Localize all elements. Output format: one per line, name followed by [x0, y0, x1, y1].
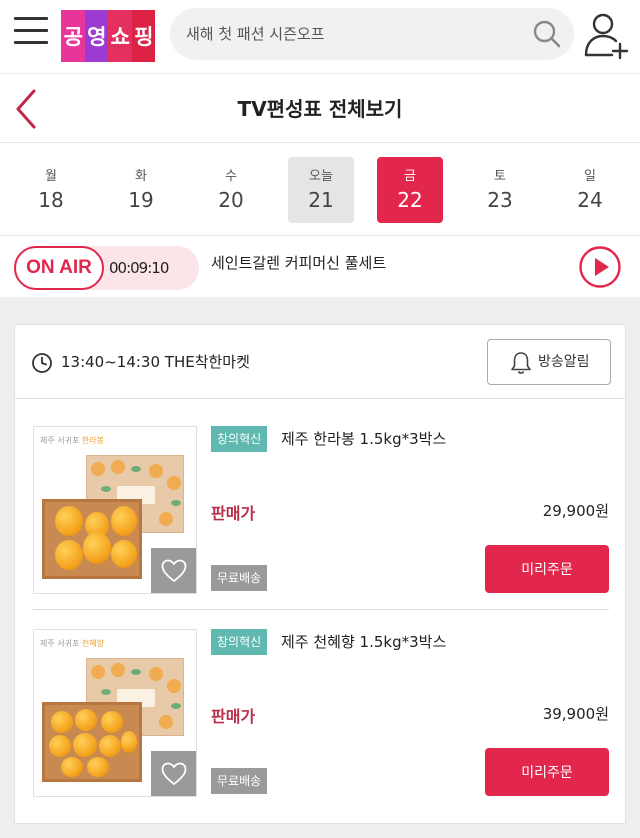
product-image[interactable]: 제주 서귀포 한라봉	[33, 426, 197, 594]
product-item: 제주 서귀포 한라봉 창의혁신 제주 한라봉 1.5kg*3박스 판매가 29,…	[15, 416, 625, 611]
thumb-caption-origin: 제주 서귀포	[40, 436, 80, 445]
thumb-caption: 제주 서귀포 천혜향	[40, 638, 104, 649]
thumb-caption-product: 천혜향	[81, 639, 104, 648]
time-slot-header: 13:40~14:30 THE착한마켓 방송알림	[15, 325, 625, 399]
search-input[interactable]	[186, 8, 516, 60]
logo[interactable]: 공 영 쇼 핑	[61, 10, 155, 62]
product-price: 29,900원	[542, 502, 609, 520]
clock-icon	[32, 353, 52, 373]
day-tab-today[interactable]: 오늘 21	[288, 157, 354, 223]
divider	[33, 609, 609, 610]
day-tab-wed[interactable]: 수 20	[198, 157, 264, 223]
price-label: 판매가	[211, 504, 256, 523]
logo-char: 쇼	[108, 10, 132, 62]
day-date: 18	[38, 188, 64, 212]
day-of-week: 수	[225, 169, 237, 184]
thumb-caption: 제주 서귀포 한라봉	[40, 435, 104, 446]
day-tab-sat[interactable]: 토 23	[467, 157, 533, 223]
day-date: 19	[128, 188, 154, 212]
bell-icon	[511, 352, 531, 374]
user-add-icon[interactable]	[582, 10, 630, 60]
pre-order-button[interactable]: 미리주문	[485, 545, 609, 593]
search-icon[interactable]	[532, 19, 562, 49]
day-date: 22	[397, 188, 423, 212]
time-slot-label: 13:40~14:30 THE착한마켓	[61, 353, 250, 371]
day-tab-tue[interactable]: 화 19	[108, 157, 174, 223]
hamburger-menu-icon[interactable]	[14, 17, 48, 47]
free-shipping-badge: 무료배송	[211, 768, 268, 794]
on-air-bar[interactable]: ON AIR 00:09:10 세인트갈렌 커피머신 풀세트	[0, 237, 640, 297]
wishlist-heart-button[interactable]	[151, 548, 196, 593]
day-date: 20	[218, 188, 244, 212]
day-tab-sun[interactable]: 일 24	[557, 157, 623, 223]
on-air-title[interactable]: 세인트갈렌 커피머신 풀세트	[211, 237, 386, 289]
day-date: 24	[577, 188, 603, 212]
alarm-button-label: 방송알림	[538, 354, 590, 370]
product-item: 제주 서귀포 천혜향 창의혁신 제주 천혜향 1.5kg*3박스 판매가 39,…	[15, 619, 625, 814]
logo-char: 영	[84, 10, 108, 62]
on-air-badge: ON AIR	[14, 246, 104, 290]
on-air-pill: ON AIR 00:09:10	[14, 246, 199, 290]
logo-char: 핑	[131, 10, 155, 62]
product-price: 39,900원	[542, 705, 609, 723]
day-of-week: 일	[584, 169, 596, 184]
fruit-tray-illustration	[42, 499, 142, 579]
thumb-caption-origin: 제주 서귀포	[40, 639, 80, 648]
pre-order-button[interactable]: 미리주문	[485, 748, 609, 796]
top-header: 공 영 쇼 핑	[0, 0, 640, 74]
day-date: 21	[308, 188, 334, 212]
price-label: 판매가	[211, 707, 256, 726]
free-shipping-badge: 무료배송	[211, 565, 268, 591]
product-name[interactable]: 제주 한라봉 1.5kg*3박스	[281, 426, 446, 452]
on-air-timer: 00:09:10	[109, 259, 169, 277]
thumb-caption-product: 한라봉	[81, 436, 104, 445]
day-tab-mon[interactable]: 월 18	[18, 157, 84, 223]
category-tag: 창의혁신	[211, 629, 268, 655]
day-date: 23	[487, 188, 513, 212]
broadcast-alarm-button[interactable]: 방송알림	[487, 339, 611, 385]
day-of-week: 화	[135, 169, 147, 184]
day-selector: 월 18 화 19 수 20 오늘 21 금 22 토 23 일 24	[0, 144, 640, 236]
day-tab-fri-selected[interactable]: 금 22	[377, 157, 443, 223]
page-title: TV편성표 전체보기	[237, 97, 403, 121]
day-of-week: 금	[404, 169, 416, 184]
wishlist-heart-button[interactable]	[151, 751, 196, 796]
search-bar	[170, 8, 574, 60]
heart-icon	[161, 559, 187, 582]
title-bar: TV편성표 전체보기	[0, 75, 640, 143]
schedule-card: 13:40~14:30 THE착한마켓 방송알림 제주 서귀포 한라봉 창의혁신…	[14, 324, 626, 824]
day-of-week: 월	[45, 169, 57, 184]
day-of-week: 오늘	[309, 169, 333, 184]
logo-char: 공	[61, 10, 85, 62]
category-tag: 창의혁신	[211, 426, 268, 452]
day-of-week: 토	[494, 169, 506, 184]
play-circle-icon[interactable]	[578, 245, 622, 289]
fruit-tray-illustration	[42, 702, 142, 782]
heart-icon	[161, 762, 187, 785]
product-image[interactable]: 제주 서귀포 천혜향	[33, 629, 197, 797]
product-name[interactable]: 제주 천혜향 1.5kg*3박스	[281, 629, 446, 655]
